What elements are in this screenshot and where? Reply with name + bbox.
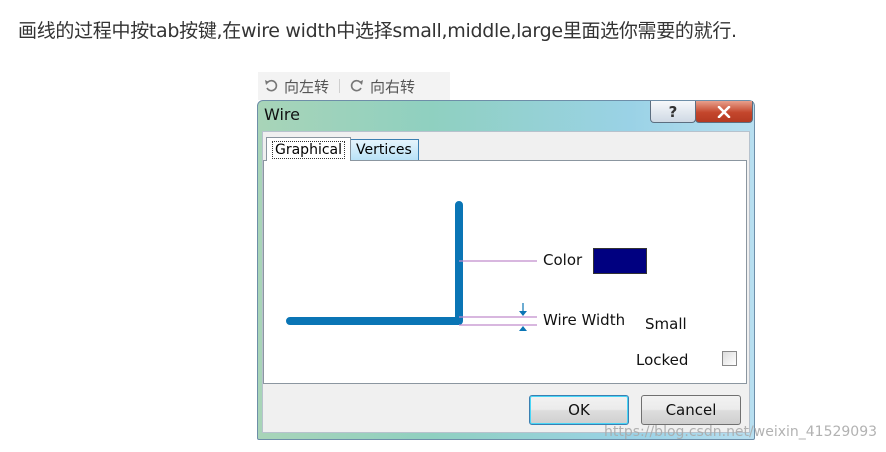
wire-width-value[interactable]: Small bbox=[645, 315, 687, 333]
watermark: https://blog.csdn.net/weixin_41529093 bbox=[604, 424, 878, 440]
wire-preview bbox=[286, 201, 537, 331]
width-arrow-up-head bbox=[519, 326, 527, 331]
wire-width-label: Wire Width bbox=[543, 311, 626, 329]
wire-preview-line bbox=[286, 201, 463, 325]
color-swatch[interactable] bbox=[593, 248, 647, 274]
help-icon: ? bbox=[668, 102, 678, 121]
article-caption: 画线的过程中按tab按键,在wire width中选择small,middle,… bbox=[18, 20, 737, 42]
dialog-title: Wire bbox=[264, 105, 300, 124]
rotate-right-button[interactable]: 向右转 bbox=[344, 76, 421, 97]
tab-vertices[interactable]: Vertices bbox=[349, 139, 419, 161]
rotate-right-icon bbox=[350, 79, 364, 92]
rotate-right-label: 向右转 bbox=[370, 77, 416, 96]
rotate-left-icon bbox=[265, 79, 278, 92]
width-arrow-down-head bbox=[519, 311, 527, 316]
close-button[interactable] bbox=[695, 101, 753, 123]
help-button[interactable]: ? bbox=[650, 101, 696, 123]
tab-graphical[interactable]: Graphical bbox=[266, 137, 351, 161]
rotate-toolbar: 向左转 向右转 bbox=[258, 72, 450, 100]
close-icon bbox=[717, 105, 731, 118]
graphical-panel: Color Wire Width Small Locked bbox=[263, 160, 747, 384]
rotate-left-label: 向左转 bbox=[284, 77, 330, 96]
locked-checkbox[interactable] bbox=[722, 351, 737, 366]
cancel-button[interactable]: Cancel bbox=[641, 395, 741, 425]
color-label: Color bbox=[543, 251, 583, 269]
rotate-left-button[interactable]: 向左转 bbox=[258, 76, 335, 97]
toolbar-divider bbox=[339, 79, 341, 93]
ok-button[interactable]: OK bbox=[529, 395, 629, 425]
locked-label: Locked bbox=[636, 351, 689, 369]
tab-vertices-label: Vertices bbox=[356, 142, 412, 158]
tab-graphical-label: Graphical bbox=[272, 140, 345, 159]
wire-dialog: Wire ? Graphical Vertices Color Wire Wid… bbox=[257, 100, 755, 440]
dialog-client-area: Graphical Vertices Color Wire Width Smal… bbox=[262, 131, 750, 433]
